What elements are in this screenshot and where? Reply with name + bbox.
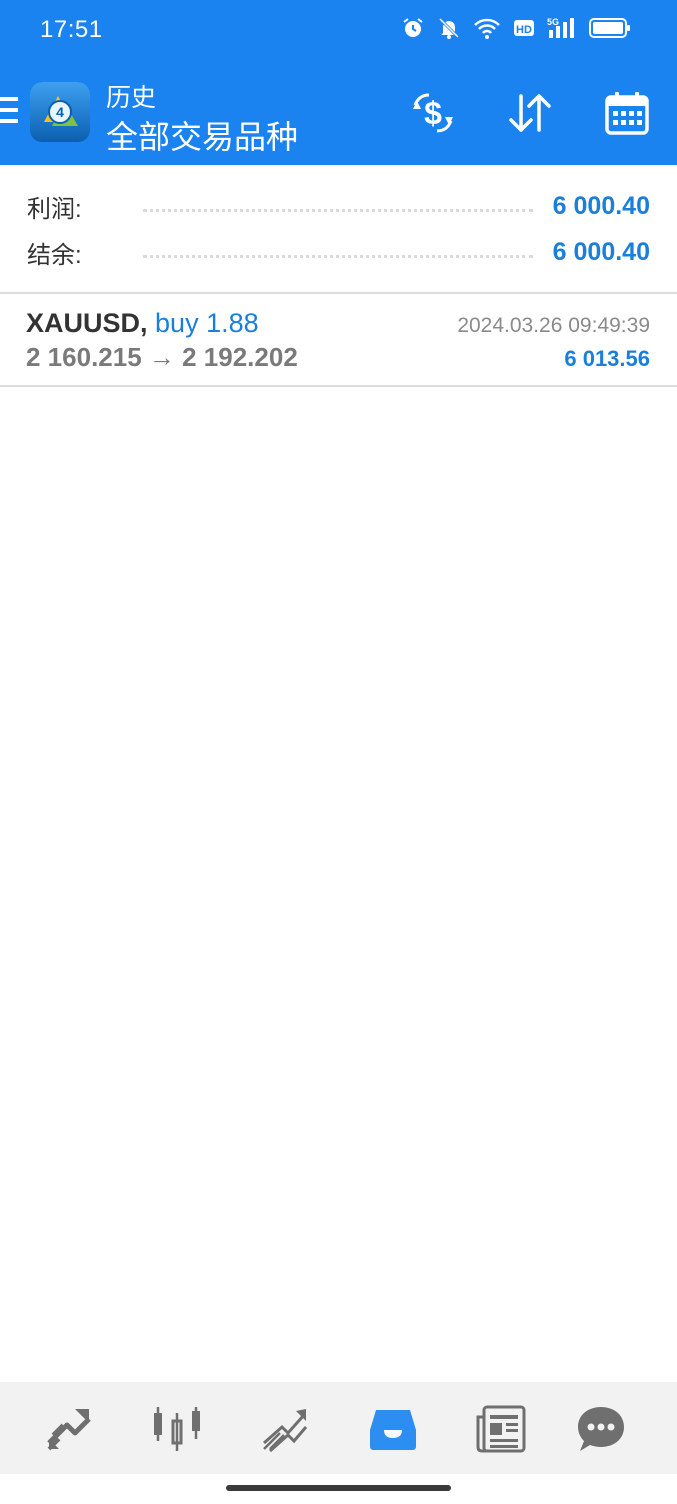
- svg-text:4: 4: [56, 104, 64, 120]
- header-title[interactable]: 全部交易品种: [106, 112, 298, 158]
- svg-text:HD: HD: [516, 24, 532, 36]
- trade-side: buy 1.88: [155, 308, 259, 338]
- profit-label: 利润:: [27, 195, 82, 223]
- trade-symbol: XAUUSD, buy 1.88: [26, 308, 259, 339]
- bell-off-icon: [438, 17, 460, 39]
- chat-icon[interactable]: [576, 1404, 626, 1454]
- app-logo-icon: 4: [30, 82, 90, 142]
- balance-label: 结余:: [27, 241, 82, 269]
- calendar-icon[interactable]: [602, 88, 652, 138]
- signal-5g-icon: 5G: [547, 17, 574, 38]
- status-icons: HD 5G: [401, 16, 631, 40]
- svg-text:5G: 5G: [547, 17, 559, 27]
- app-bar: 17:51 HD 5G 4 历史 全部交易品种 $: [0, 0, 677, 165]
- trade-symbol-text: XAUUSD,: [26, 308, 148, 338]
- home-indicator[interactable]: [226, 1485, 451, 1491]
- alarm-icon: [403, 18, 423, 37]
- dotted-leader: [143, 254, 533, 258]
- menu-icon[interactable]: [0, 97, 22, 127]
- battery-icon: [589, 18, 630, 38]
- trade-prices: 2 160.215 → 2 192.202: [26, 342, 298, 372]
- history-summary: 利润: 6 000.40 结余: 6 000.40: [0, 165, 677, 294]
- wifi-icon: [474, 18, 500, 39]
- sort-icon[interactable]: [505, 88, 555, 138]
- balance-row: 结余: 6 000.40: [27, 232, 650, 272]
- status-time: 17:51: [40, 16, 103, 43]
- hd-icon: HD: [514, 20, 534, 36]
- profit-value: 6 000.40: [552, 191, 650, 220]
- dotted-leader: [143, 208, 533, 212]
- news-icon[interactable]: [476, 1404, 526, 1454]
- bottom-nav: [0, 1382, 677, 1474]
- trade-icon[interactable]: [260, 1404, 310, 1454]
- trade-row[interactable]: XAUUSD, buy 1.88 2 160.215 → 2 192.202 2…: [0, 294, 677, 387]
- status-bar: 17:51 HD 5G: [0, 0, 677, 60]
- header-subtitle: 历史: [106, 84, 157, 112]
- currency-exchange-icon[interactable]: $: [408, 88, 458, 138]
- quotes-icon[interactable]: [44, 1404, 94, 1454]
- balance-value: 6 000.40: [552, 237, 650, 266]
- history-icon[interactable]: [368, 1404, 418, 1454]
- profit-row: 利润: 6 000.40: [27, 186, 650, 226]
- chart-icon[interactable]: [152, 1404, 202, 1454]
- trade-time: 2024.03.26 09:49:39: [457, 314, 650, 337]
- svg-text:$: $: [424, 95, 442, 131]
- trade-profit: 6 013.56: [564, 346, 650, 371]
